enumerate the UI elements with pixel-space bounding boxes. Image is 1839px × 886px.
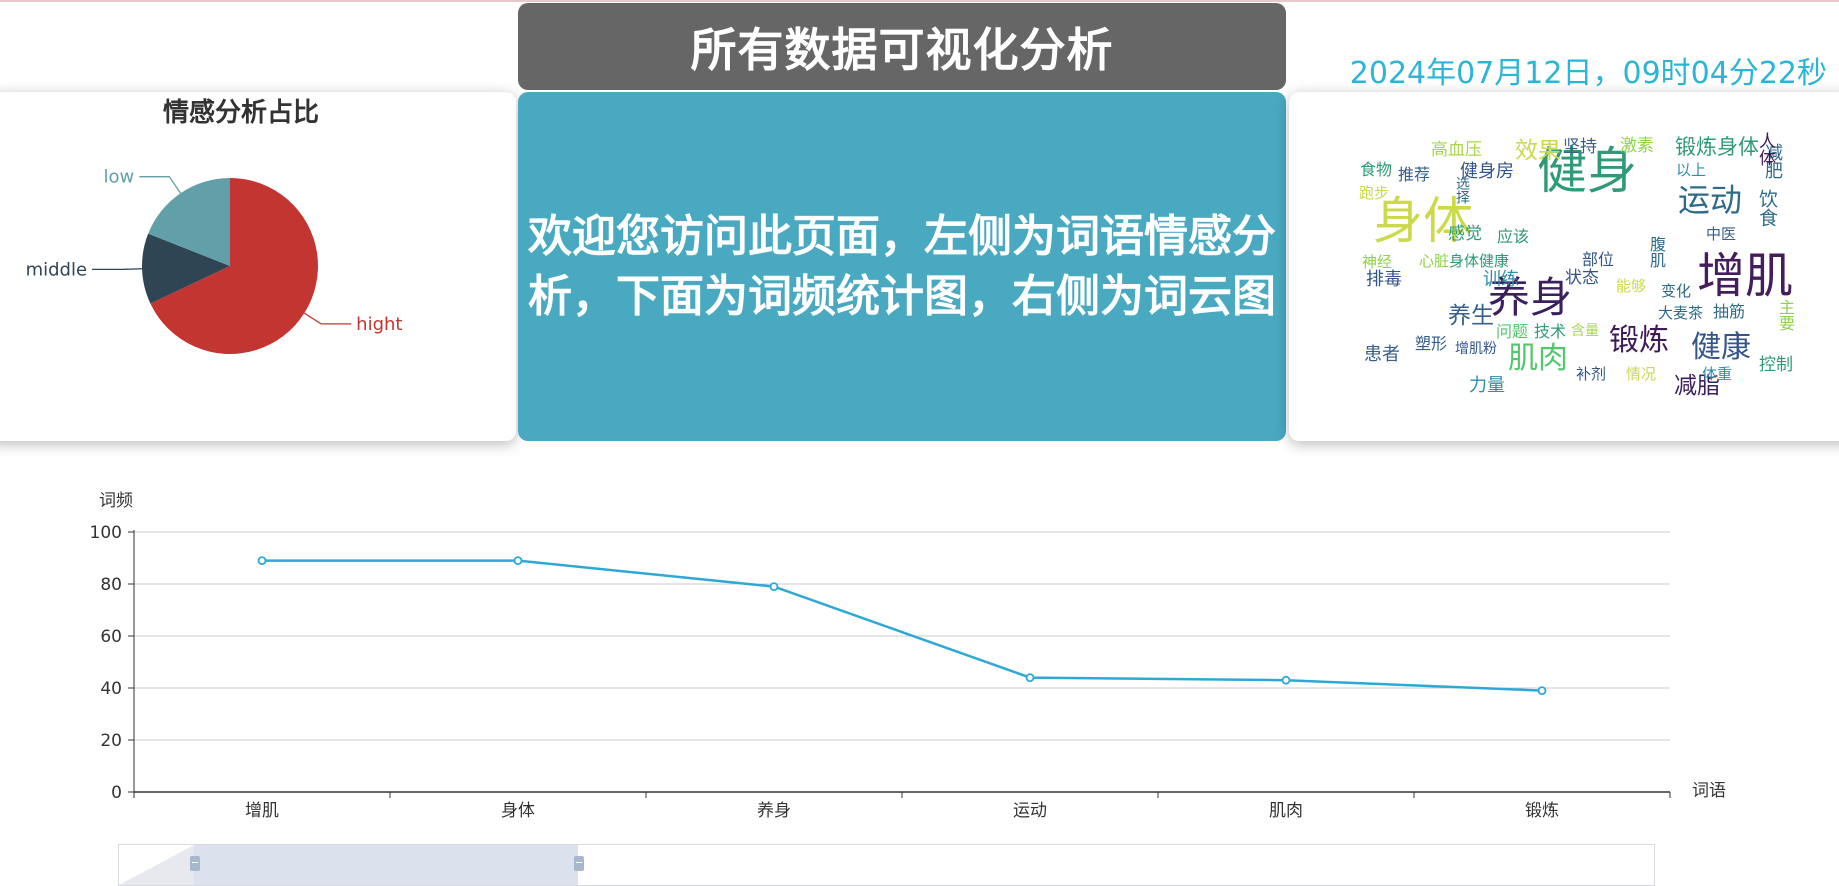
x-tick-label-4: 肌肉 [1269, 801, 1303, 821]
x-tick-label-3: 运动 [1013, 801, 1047, 821]
line-point-身体[interactable] [513, 556, 523, 565]
line-series [262, 559, 1543, 692]
line-point-养身[interactable] [769, 582, 779, 591]
x-tick-label-5: 锻炼 [1525, 801, 1559, 821]
data-zoom-left-handle[interactable] [190, 856, 200, 871]
word-frequency-line-chart: 0 20 40 60 80 100 词频词语增肌 身体 养身 运动 肌肉 锻炼 [90, 491, 1726, 821]
y-tick-label-40: 40 [100, 679, 122, 699]
x-tick-label-1: 身体 [501, 801, 535, 821]
x-tick-label-0: 增肌 [245, 801, 279, 821]
y-tick-label-0: 0 [111, 783, 122, 803]
y-tick-label-60: 60 [100, 627, 122, 647]
y-axis-title: 词频 [99, 491, 133, 511]
line-point-锻炼[interactable] [1537, 686, 1547, 695]
line-point-增肌[interactable] [257, 556, 267, 565]
data-zoom-selection[interactable] [194, 845, 578, 885]
y-tick-label-20: 20 [100, 731, 122, 751]
y-tick-label-100: 100 [90, 523, 122, 543]
data-zoom-right-handle[interactable] [574, 856, 584, 871]
x-axis-title: 词语 [1692, 781, 1726, 801]
line-point-运动[interactable] [1025, 673, 1035, 682]
line-point-肌肉[interactable] [1281, 675, 1291, 685]
data-zoom-preview [119, 845, 194, 885]
y-tick-label-80: 80 [100, 575, 122, 595]
x-tick-label-2: 养身 [757, 801, 791, 821]
